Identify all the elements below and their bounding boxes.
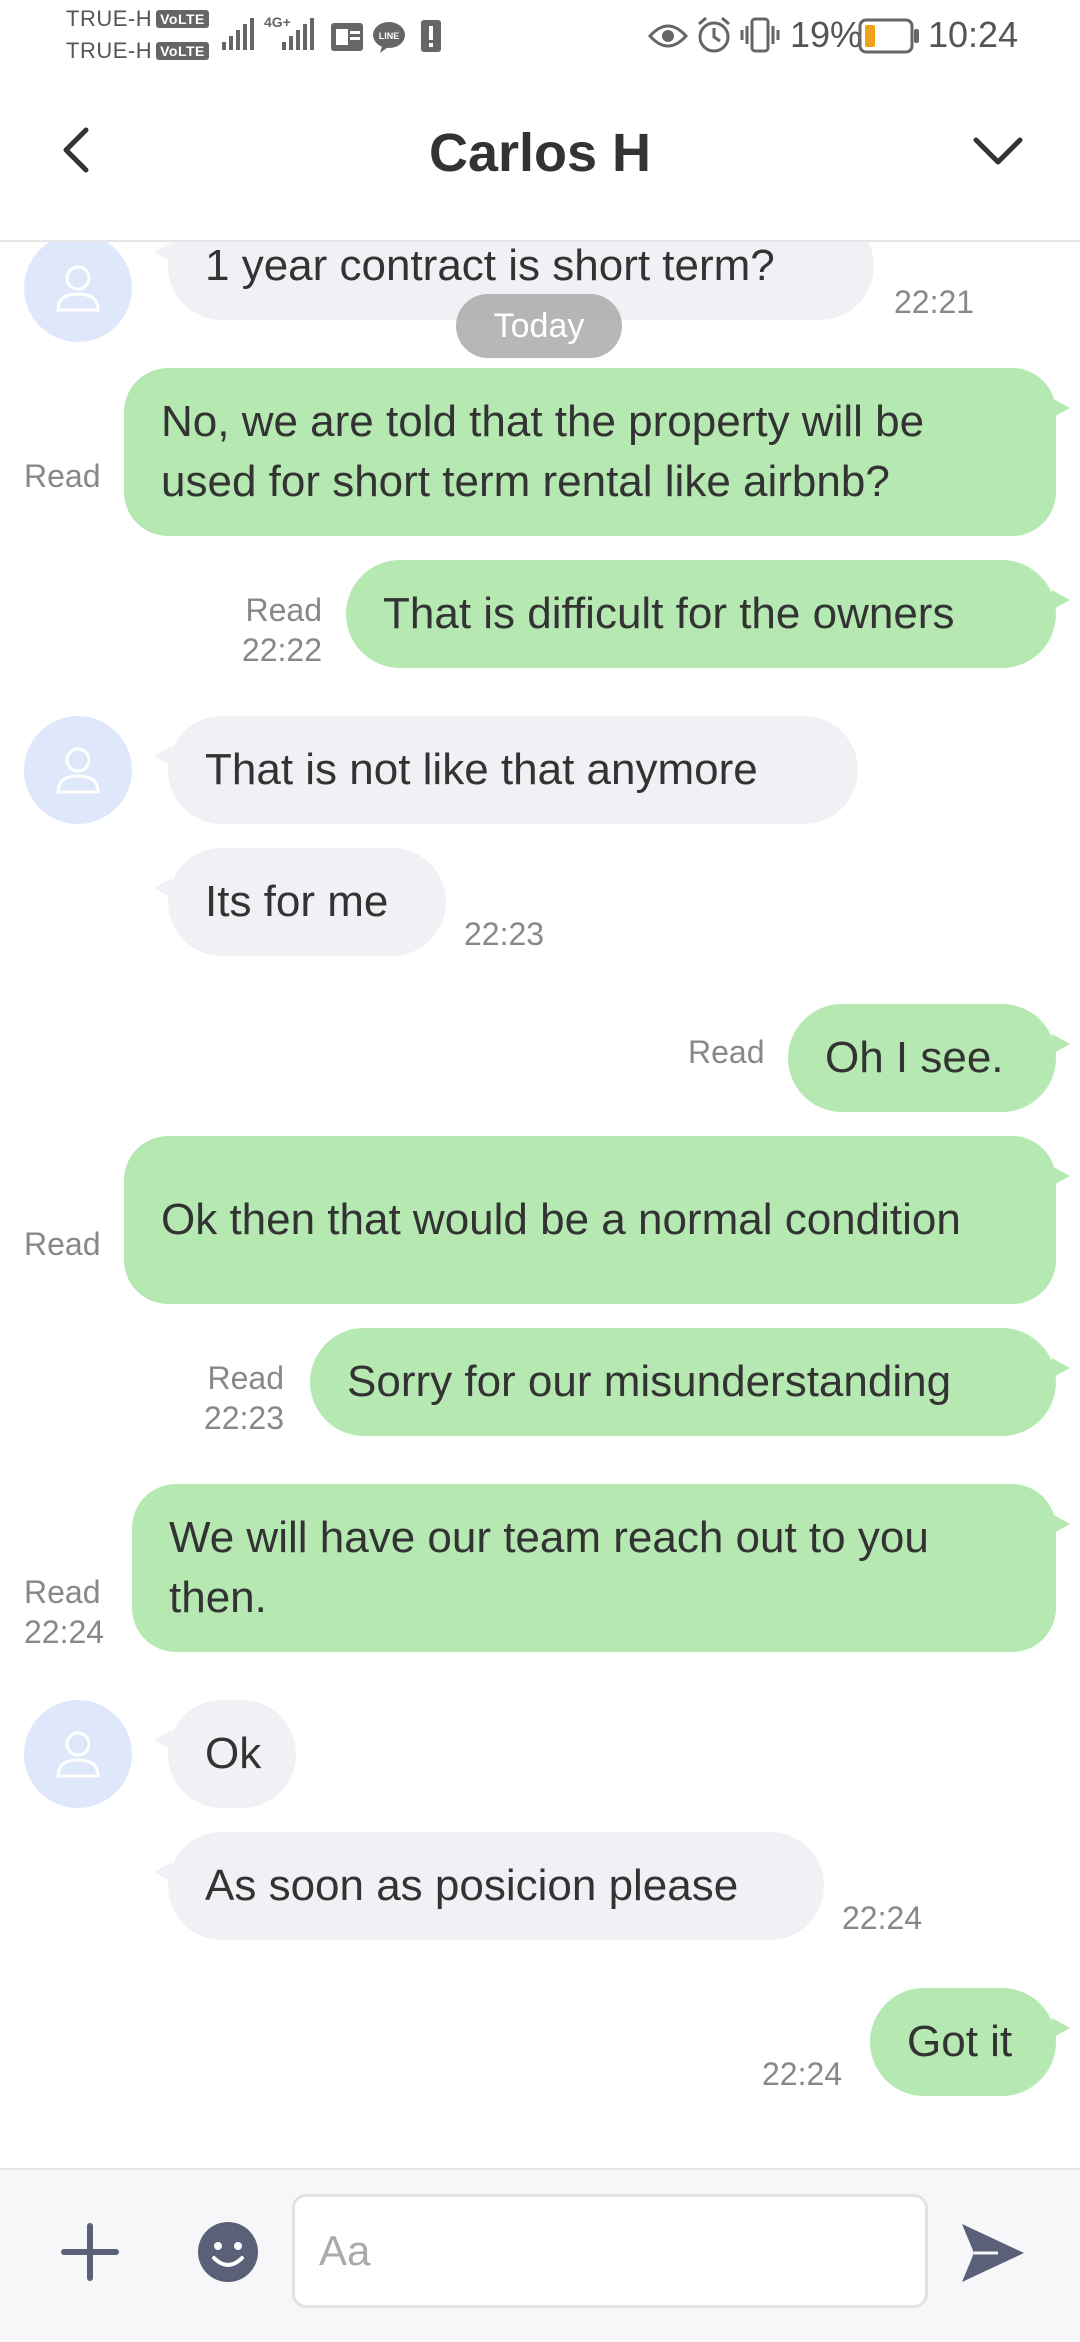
eye-comfort-icon: [647, 22, 689, 55]
message-text: Sorry for our misunderstanding: [347, 1357, 952, 1406]
message-text: As soon as posicion please: [205, 1861, 739, 1910]
contact-avatar[interactable]: [24, 242, 132, 342]
message-text: Got it: [907, 2017, 1013, 2066]
incoming-message[interactable]: Ok: [154, 1700, 296, 1808]
outgoing-message[interactable]: Got it: [870, 1988, 1070, 2096]
svg-text:LINE: LINE: [379, 31, 400, 41]
read-receipt: Read: [207, 1360, 285, 1396]
read-receipt: Read: [245, 592, 323, 628]
message-text: That is difficult for the owners: [383, 589, 955, 638]
plus-icon: [61, 2223, 119, 2281]
battery-percent: 19%: [790, 14, 863, 55]
date-divider: Today: [456, 294, 622, 358]
read-receipt: Read: [24, 1226, 101, 1262]
outgoing-message[interactable]: Sorry for our misunderstanding: [310, 1328, 1070, 1436]
message-time: 22:24: [842, 1900, 923, 1936]
incoming-message[interactable]: As soon as posicion please: [154, 1832, 824, 1940]
message-text: That is not like that anymore: [205, 745, 758, 794]
message-time: 22:21: [894, 284, 975, 320]
read-receipt: Read: [24, 1574, 101, 1610]
carrier-label-2: TRUE-H VoLTE: [66, 38, 209, 64]
battery-icon: [858, 18, 920, 59]
read-receipt: Read: [24, 458, 101, 494]
chat-header: Carlos H: [0, 72, 1080, 242]
vibrate-icon: [740, 16, 780, 59]
smiley-icon: [198, 2222, 258, 2282]
user-icon: [56, 747, 100, 794]
add-attachment-button[interactable]: [54, 2216, 126, 2288]
incoming-message[interactable]: Its for me: [154, 848, 446, 956]
expand-menu-button[interactable]: [966, 120, 1030, 180]
message-time: 22:24: [24, 1614, 105, 1650]
message-text: Oh I see.: [825, 1033, 1004, 1082]
carrier-label-1: TRUE-H VoLTE: [66, 6, 209, 32]
contact-avatar[interactable]: [24, 716, 132, 824]
outgoing-message[interactable]: No, we are told that the property will b…: [124, 368, 1070, 536]
message-input[interactable]: [292, 2194, 928, 2308]
message-text: We will have our team reach out to you t…: [169, 1513, 929, 1622]
send-icon: [962, 2224, 1024, 2282]
volte-badge: VoLTE: [156, 10, 209, 28]
message-time: 22:24: [762, 2056, 843, 2092]
message-time: 22:23: [203, 1400, 284, 1436]
outgoing-message[interactable]: We will have our team reach out to you t…: [132, 1484, 1070, 1652]
message-list[interactable]: 1 year contract is short term? 22:21 Tod…: [0, 242, 1080, 2168]
outgoing-message[interactable]: Ok then that would be a normal condition: [124, 1136, 1070, 1304]
message-text: Its for me: [205, 877, 389, 926]
message-text: Ok then that would be a normal condition: [161, 1195, 961, 1244]
volte-badge: VoLTE: [156, 42, 209, 60]
emoji-button[interactable]: [196, 2220, 260, 2284]
incoming-message[interactable]: That is not like that anymore: [154, 716, 858, 824]
signal-strength-icon: [282, 18, 314, 50]
send-button[interactable]: [958, 2220, 1028, 2286]
contact-avatar[interactable]: [24, 1700, 132, 1808]
message-composer: [0, 2168, 1080, 2342]
outlook-app-icon: [330, 22, 364, 57]
message-time: 22:23: [464, 916, 545, 952]
message-time: 22:22: [241, 632, 322, 668]
chevron-down-icon: [973, 137, 1023, 165]
message-text: Ok: [205, 1729, 262, 1778]
message-text: 1 year contract is short term?: [205, 242, 775, 290]
user-icon: [56, 265, 100, 312]
outgoing-message[interactable]: That is difficult for the owners: [346, 560, 1070, 668]
read-receipt: Read: [688, 1034, 765, 1070]
signal-strength-icon: [222, 18, 254, 50]
line-app-icon: LINE: [372, 20, 406, 59]
user-icon: [56, 1731, 100, 1778]
message-text: No, we are told that the property will b…: [161, 397, 925, 506]
status-bar: TRUE-H VoLTE TRUE-H VoLTE 4G+ LINE 19% 10:…: [0, 0, 1080, 72]
alert-icon: [420, 18, 442, 59]
page-title: Carlos H: [428, 123, 652, 183]
alarm-icon: [696, 16, 732, 59]
outgoing-message[interactable]: Oh I see.: [788, 1004, 1070, 1112]
status-clock: 10:24: [928, 14, 1019, 55]
